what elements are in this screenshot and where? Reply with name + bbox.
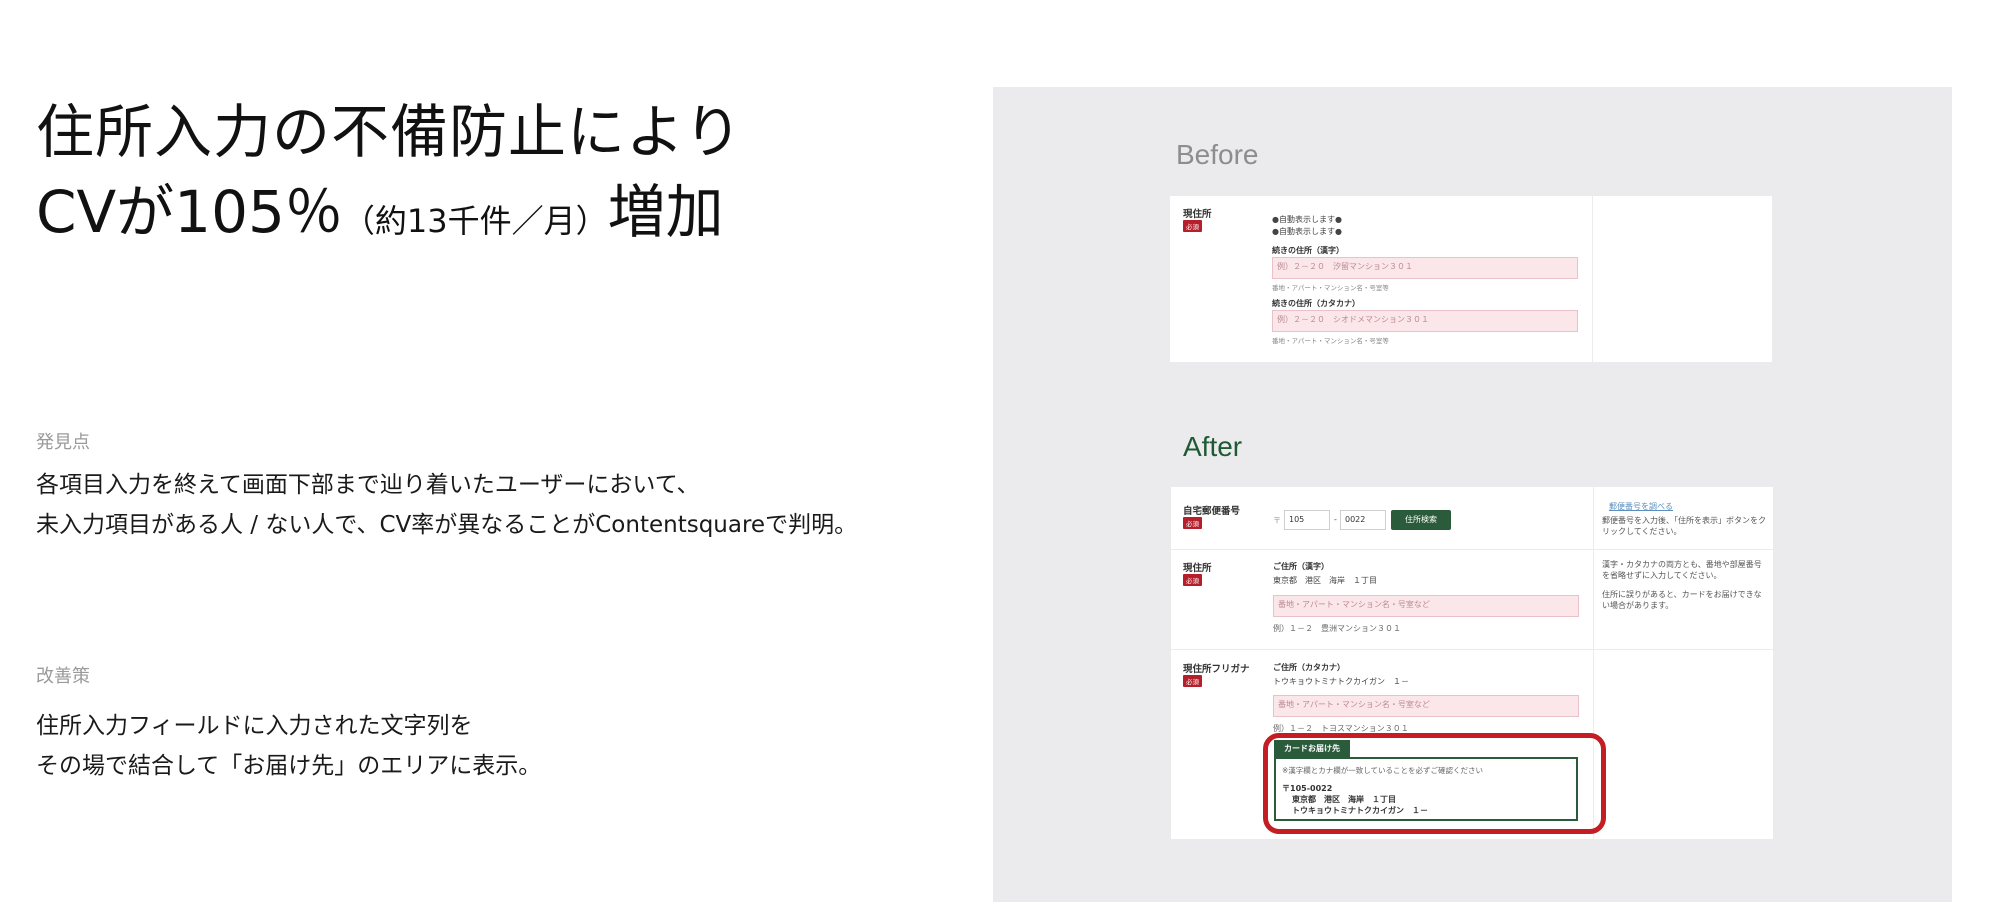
address-heading: ご住所（漢字） <box>1273 562 1329 571</box>
finding-label: 発見点 <box>36 432 90 453</box>
before-screenshot: 現住所 必須 ●自動表示します● ●自動表示します● 続きの住所（漢字） 例）２… <box>1170 196 1772 362</box>
kana-detail-input[interactable]: 番地・アパート・マンション名・号室など <box>1273 695 1579 717</box>
auto-display-1: ●自動表示します● <box>1272 215 1342 224</box>
zip-separator: - <box>1334 515 1337 524</box>
required-badge: 必須 <box>1183 220 1202 232</box>
address-example: 例）１－２ 豊洲マンション３０１ <box>1273 624 1401 633</box>
zip-input-1[interactable]: 105 <box>1284 510 1330 530</box>
kana-address-heading: ご住所（カタカナ） <box>1273 663 1345 672</box>
finding-line2: 未入力項目がある人 / ない人で、CV率が異なることがContentsquare… <box>36 512 858 538</box>
improvement-label: 改善策 <box>36 666 90 687</box>
improvement-body: 住所入力フィールドに入力された文字列を その場で結合して「お届け先」のエリアに表… <box>36 706 541 786</box>
kana-address-value: トウキョウトミナトクカイガン １－ <box>1273 677 1409 686</box>
headline: 住所入力の不備防止により CVが105％（約13千件／月）増加 <box>36 92 743 261</box>
zip-label: 自宅郵便番号 <box>1183 506 1241 517</box>
improvement-line1: 住所入力フィールドに入力された文字列を <box>36 713 473 739</box>
row-divider <box>1171 649 1773 650</box>
required-badge: 必須 <box>1183 517 1202 529</box>
zip-note: 郵便番号を入力後、「住所を表示」ボタンをクリックしてください。 <box>1602 516 1766 536</box>
postal-mark: 〒 <box>1273 516 1281 525</box>
required-badge: 必須 <box>1183 574 1202 586</box>
kanji-input[interactable]: 例）２－２０ 汐留マンション３０１ <box>1272 257 1578 279</box>
headline-end: 増加 <box>607 178 724 246</box>
before-caption: Before <box>1176 139 1259 170</box>
before-field-label: 現住所 <box>1183 209 1212 220</box>
kana-hint: 番地・アパート・マンション名・号室等 <box>1272 337 1389 345</box>
headline-line1: 住所入力の不備防止により <box>36 98 743 166</box>
address-value: 東京都 港区 海岸 １丁目 <box>1273 576 1377 585</box>
kanji-label: 続きの住所（漢字） <box>1272 246 1344 255</box>
zip-lookup-link[interactable]: 郵便番号を調べる <box>1609 501 1673 512</box>
kana-address-label: 現住所フリガナ <box>1183 664 1250 675</box>
zip-input-2[interactable]: 0022 <box>1340 510 1386 530</box>
column-divider <box>1592 196 1593 362</box>
headline-line2: CVが105％（約13千件／月）増加 <box>36 172 743 261</box>
address-search-button[interactable]: 住所検索 <box>1391 510 1451 530</box>
address-label: 現住所 <box>1183 563 1212 574</box>
headline-cv: CVが105％ <box>36 178 343 246</box>
required-badge: 必須 <box>1183 675 1202 687</box>
after-caption: After <box>1183 431 1243 462</box>
headline-note: （約13千件／月） <box>342 202 608 240</box>
address-detail-input[interactable]: 番地・アパート・マンション名・号室など <box>1273 595 1579 617</box>
kana-input[interactable]: 例）２－２０ シオドメマンション３０１ <box>1272 310 1578 332</box>
improvement-line2: その場で結合して「お届け先」のエリアに表示。 <box>36 753 542 779</box>
address-note-1: 漢字・カタカナの両方とも、番地や部屋番号を省略せずに入力してください。 <box>1602 560 1762 580</box>
kanji-hint: 番地・アパート・マンション名・号室等 <box>1272 284 1389 292</box>
row-divider <box>1171 549 1773 550</box>
highlight-frame <box>1263 733 1606 834</box>
finding-line1: 各項目入力を終えて画面下部まで辿り着いたユーザーにおいて、 <box>36 472 700 498</box>
finding-body: 各項目入力を終えて画面下部まで辿り着いたユーザーにおいて、 未入力項目がある人 … <box>36 465 857 545</box>
kana-label: 続きの住所（カタカナ） <box>1272 299 1360 308</box>
auto-display-2: ●自動表示します● <box>1272 227 1342 236</box>
address-note-2: 住所に誤りがあると、カードをお届けできない場合があります。 <box>1602 590 1762 610</box>
